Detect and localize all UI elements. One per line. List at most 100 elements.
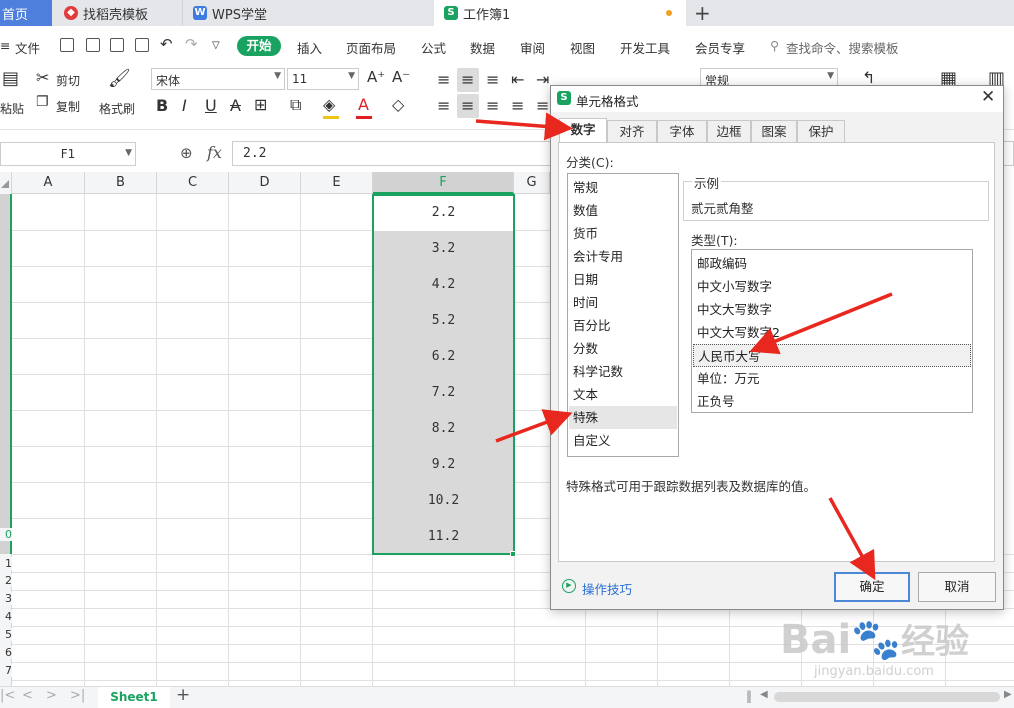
dialog-title-bar[interactable]: S 单元格格式 ✕ — [551, 86, 1003, 112]
menu-review[interactable]: 审阅 — [520, 38, 545, 57]
tab-workbook[interactable]: S 工作簿1 — [434, 0, 686, 26]
play-tips-icon[interactable]: ▶ — [562, 579, 576, 593]
tips-link[interactable]: 操作技巧 — [582, 579, 632, 598]
category-item[interactable]: 百分比 — [569, 314, 677, 337]
type-item[interactable]: 中文大写数字2 — [693, 321, 971, 344]
menu-member[interactable]: 会员专享 — [695, 38, 745, 57]
prev-sheet-icon[interactable]: < — [22, 688, 33, 703]
cut-button[interactable]: 剪切 — [56, 72, 80, 89]
row-number-10[interactable]: 0 — [0, 528, 12, 541]
fx-icon[interactable]: fx — [207, 143, 222, 162]
name-box[interactable]: F1 ▼ — [0, 142, 136, 166]
menu-page-layout[interactable]: 页面布局 — [346, 38, 396, 57]
column-header-b[interactable]: B — [85, 172, 157, 194]
tab-border[interactable]: 边框 — [707, 120, 751, 142]
zoom-icon[interactable]: ⊕ — [180, 144, 193, 162]
border-icon[interactable]: ⊞ — [254, 95, 267, 114]
increase-font-icon[interactable]: A⁺ — [367, 68, 385, 86]
copy-button[interactable]: 复制 — [56, 98, 80, 115]
clear-format-icon[interactable]: ◇ — [392, 95, 404, 114]
column-header-d[interactable]: D — [229, 172, 301, 194]
category-item[interactable]: 会计专用 — [569, 245, 677, 268]
tab-font[interactable]: 字体 — [657, 120, 707, 142]
scroll-right-icon[interactable]: ▶ — [1004, 689, 1012, 700]
paste-label[interactable]: 粘贴 — [0, 100, 24, 117]
scissors-icon[interactable]: ✂ — [36, 68, 49, 87]
last-sheet-icon[interactable]: >| — [70, 688, 85, 703]
tab-template[interactable]: ◆ 找稻壳模板 — [56, 0, 180, 26]
justify-icon[interactable]: ≡ — [511, 96, 524, 115]
italic-icon[interactable]: I — [182, 96, 187, 115]
menu-data[interactable]: 数据 — [470, 38, 495, 57]
scroll-left-icon[interactable]: ◀ — [760, 689, 768, 700]
column-header-g[interactable]: G — [514, 172, 550, 194]
search-icon[interactable]: ⚲ — [770, 38, 779, 53]
align-top-icon[interactable]: ≡ — [437, 70, 450, 89]
row-number-16[interactable]: 6 — [0, 646, 12, 659]
new-tab-plus-icon[interactable]: + — [694, 1, 711, 25]
decrease-font-icon[interactable]: A⁻ — [392, 68, 410, 86]
menu-file[interactable]: 文件 — [15, 38, 40, 57]
align-middle-icon[interactable]: ≡ — [461, 70, 474, 89]
distribute-icon[interactable]: ≡ — [536, 96, 549, 115]
type-item[interactable]: 邮政编码 — [693, 252, 971, 275]
category-item[interactable]: 时间 — [569, 291, 677, 314]
align-center-icon[interactable]: ≡ — [461, 96, 474, 115]
tab-home[interactable]: 首页 — [0, 0, 52, 26]
type-item[interactable]: 单位：万元 — [693, 367, 971, 390]
category-item[interactable]: 日期 — [569, 268, 677, 291]
underline-icon[interactable]: U — [205, 96, 217, 115]
tab-wps-school[interactable]: W WPS学堂 — [182, 0, 432, 26]
font-size-select[interactable]: 11 ▼ — [287, 68, 359, 90]
category-item[interactable]: 货币 — [569, 222, 677, 245]
bold-icon[interactable]: B — [156, 96, 168, 115]
category-item[interactable]: 文本 — [569, 383, 677, 406]
column-header-c[interactable]: C — [157, 172, 229, 194]
row-number-14[interactable]: 4 — [0, 610, 12, 623]
row-number-17[interactable]: 7 — [0, 664, 12, 677]
tab-pattern[interactable]: 图案 — [751, 120, 797, 142]
align-left-icon[interactable]: ≡ — [437, 96, 450, 115]
redo-icon[interactable]: ↷ — [185, 35, 198, 53]
type-item[interactable]: 正负号 — [693, 390, 971, 413]
close-icon[interactable]: ✕ — [981, 87, 995, 107]
fill-handle[interactable] — [510, 551, 516, 557]
column-header-f[interactable]: F — [373, 172, 514, 194]
column-header-e[interactable]: E — [301, 172, 373, 194]
category-item[interactable]: 常规 — [569, 176, 677, 199]
horizontal-scrollbar[interactable] — [774, 692, 1000, 702]
row-number-11[interactable]: 1 — [0, 557, 12, 570]
save-icon[interactable] — [60, 38, 74, 52]
add-sheet-icon[interactable]: + — [176, 685, 190, 705]
align-bottom-icon[interactable]: ≡ — [486, 70, 499, 89]
more-chevron-icon[interactable]: ▽ — [212, 40, 220, 51]
row-number-13[interactable]: 3 — [0, 592, 12, 605]
menu-developer[interactable]: 开发工具 — [620, 38, 670, 57]
format-painter-icon[interactable]: 🖌 — [108, 68, 131, 89]
fill-color-icon[interactable]: ◈ — [323, 95, 335, 114]
category-item[interactable]: 分数 — [569, 337, 677, 360]
format-painter-button[interactable]: 格式刷 — [99, 100, 135, 117]
cancel-button[interactable]: 取消 — [918, 572, 996, 602]
print-icon[interactable] — [110, 38, 124, 52]
copy-icon[interactable]: ❐ — [36, 94, 49, 110]
tab-protection[interactable]: 保护 — [797, 120, 845, 142]
type-item[interactable]: 中文大写数字 — [693, 298, 971, 321]
select-all-corner[interactable] — [0, 172, 12, 194]
ok-button[interactable]: 确定 — [834, 572, 910, 602]
category-item[interactable]: 数值 — [569, 199, 677, 222]
column-header-a[interactable]: A — [12, 172, 85, 194]
undo-icon[interactable]: ↶ — [160, 35, 173, 53]
hamburger-icon[interactable]: ≡ — [0, 38, 10, 53]
row-number-12[interactable]: 2 — [0, 574, 12, 587]
type-list[interactable]: 邮政编码 中文小写数字 中文大写数字 中文大写数字2 人民币大写 单位：万元 正… — [691, 249, 973, 413]
align-right-icon[interactable]: ≡ — [486, 96, 499, 115]
print-preview-icon[interactable] — [135, 38, 149, 52]
category-item[interactable]: 科学记数 — [569, 360, 677, 383]
cell-style-icon[interactable]: ⧉ — [290, 95, 301, 115]
font-name-select[interactable]: 宋体 ▼ — [151, 68, 285, 90]
menu-view[interactable]: 视图 — [570, 38, 595, 57]
sheet-tab-sheet1[interactable]: Sheet1 — [98, 687, 170, 708]
tab-alignment[interactable]: 对齐 — [607, 120, 657, 142]
export-icon[interactable] — [86, 38, 100, 52]
